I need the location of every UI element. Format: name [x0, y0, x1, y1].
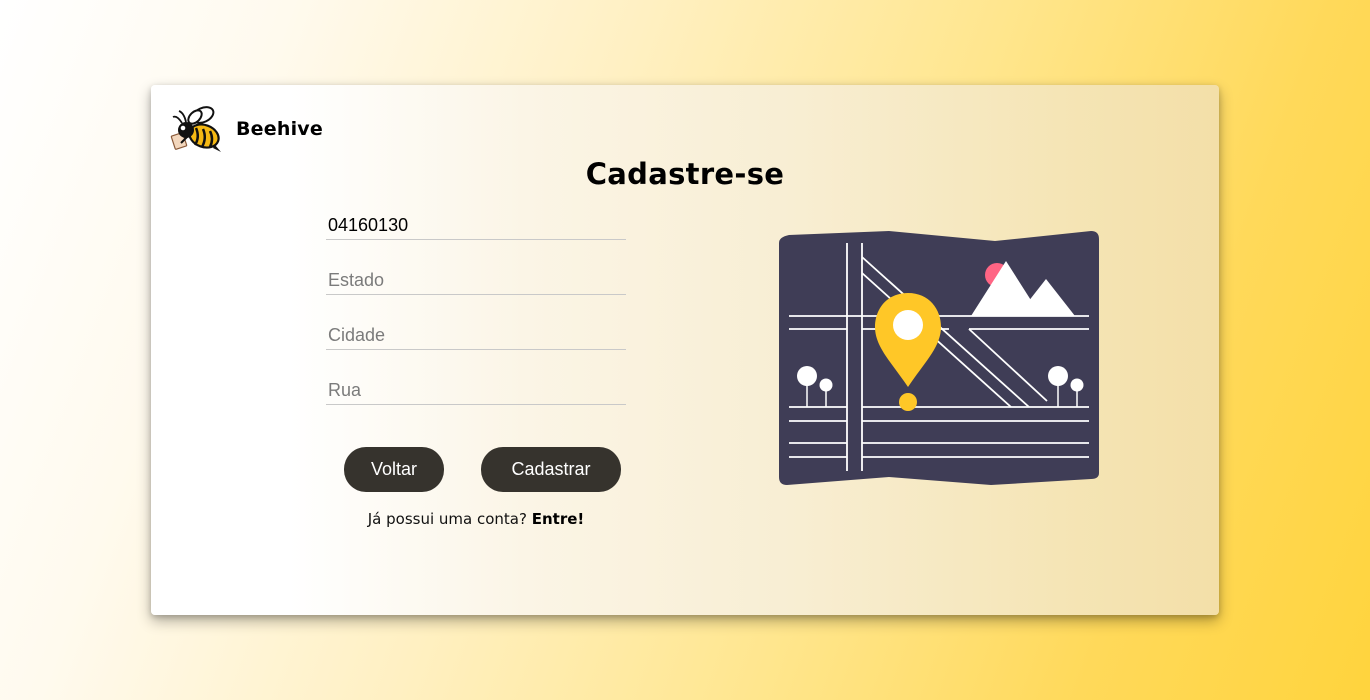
login-prompt-text: Já possui uma conta?: [367, 510, 527, 528]
cep-field-wrapper: [326, 213, 626, 240]
address-form: [326, 213, 626, 433]
map-location-pin-icon: [779, 231, 1099, 485]
brand-name: Beehive: [236, 118, 323, 140]
page-title: Cadastre-se: [585, 157, 785, 191]
cidade-input[interactable]: [326, 323, 624, 347]
cep-input[interactable]: [326, 213, 624, 237]
signup-card: Beehive Cadastre-se Voltar Cadastrar Já …: [151, 85, 1219, 615]
back-button[interactable]: Voltar: [344, 447, 444, 492]
estado-input[interactable]: [326, 268, 624, 292]
rua-field-wrapper: [326, 378, 626, 405]
bee-mascot-icon: [170, 106, 221, 152]
login-link[interactable]: Entre!: [532, 510, 585, 528]
login-prompt: Já possui uma conta? Entre!: [311, 510, 641, 528]
estado-field-wrapper: [326, 268, 626, 295]
form-actions: Voltar Cadastrar: [344, 447, 644, 493]
cidade-field-wrapper: [326, 323, 626, 350]
register-button[interactable]: Cadastrar: [481, 447, 621, 492]
brand[interactable]: Beehive: [169, 103, 323, 155]
rua-input[interactable]: [326, 378, 624, 402]
